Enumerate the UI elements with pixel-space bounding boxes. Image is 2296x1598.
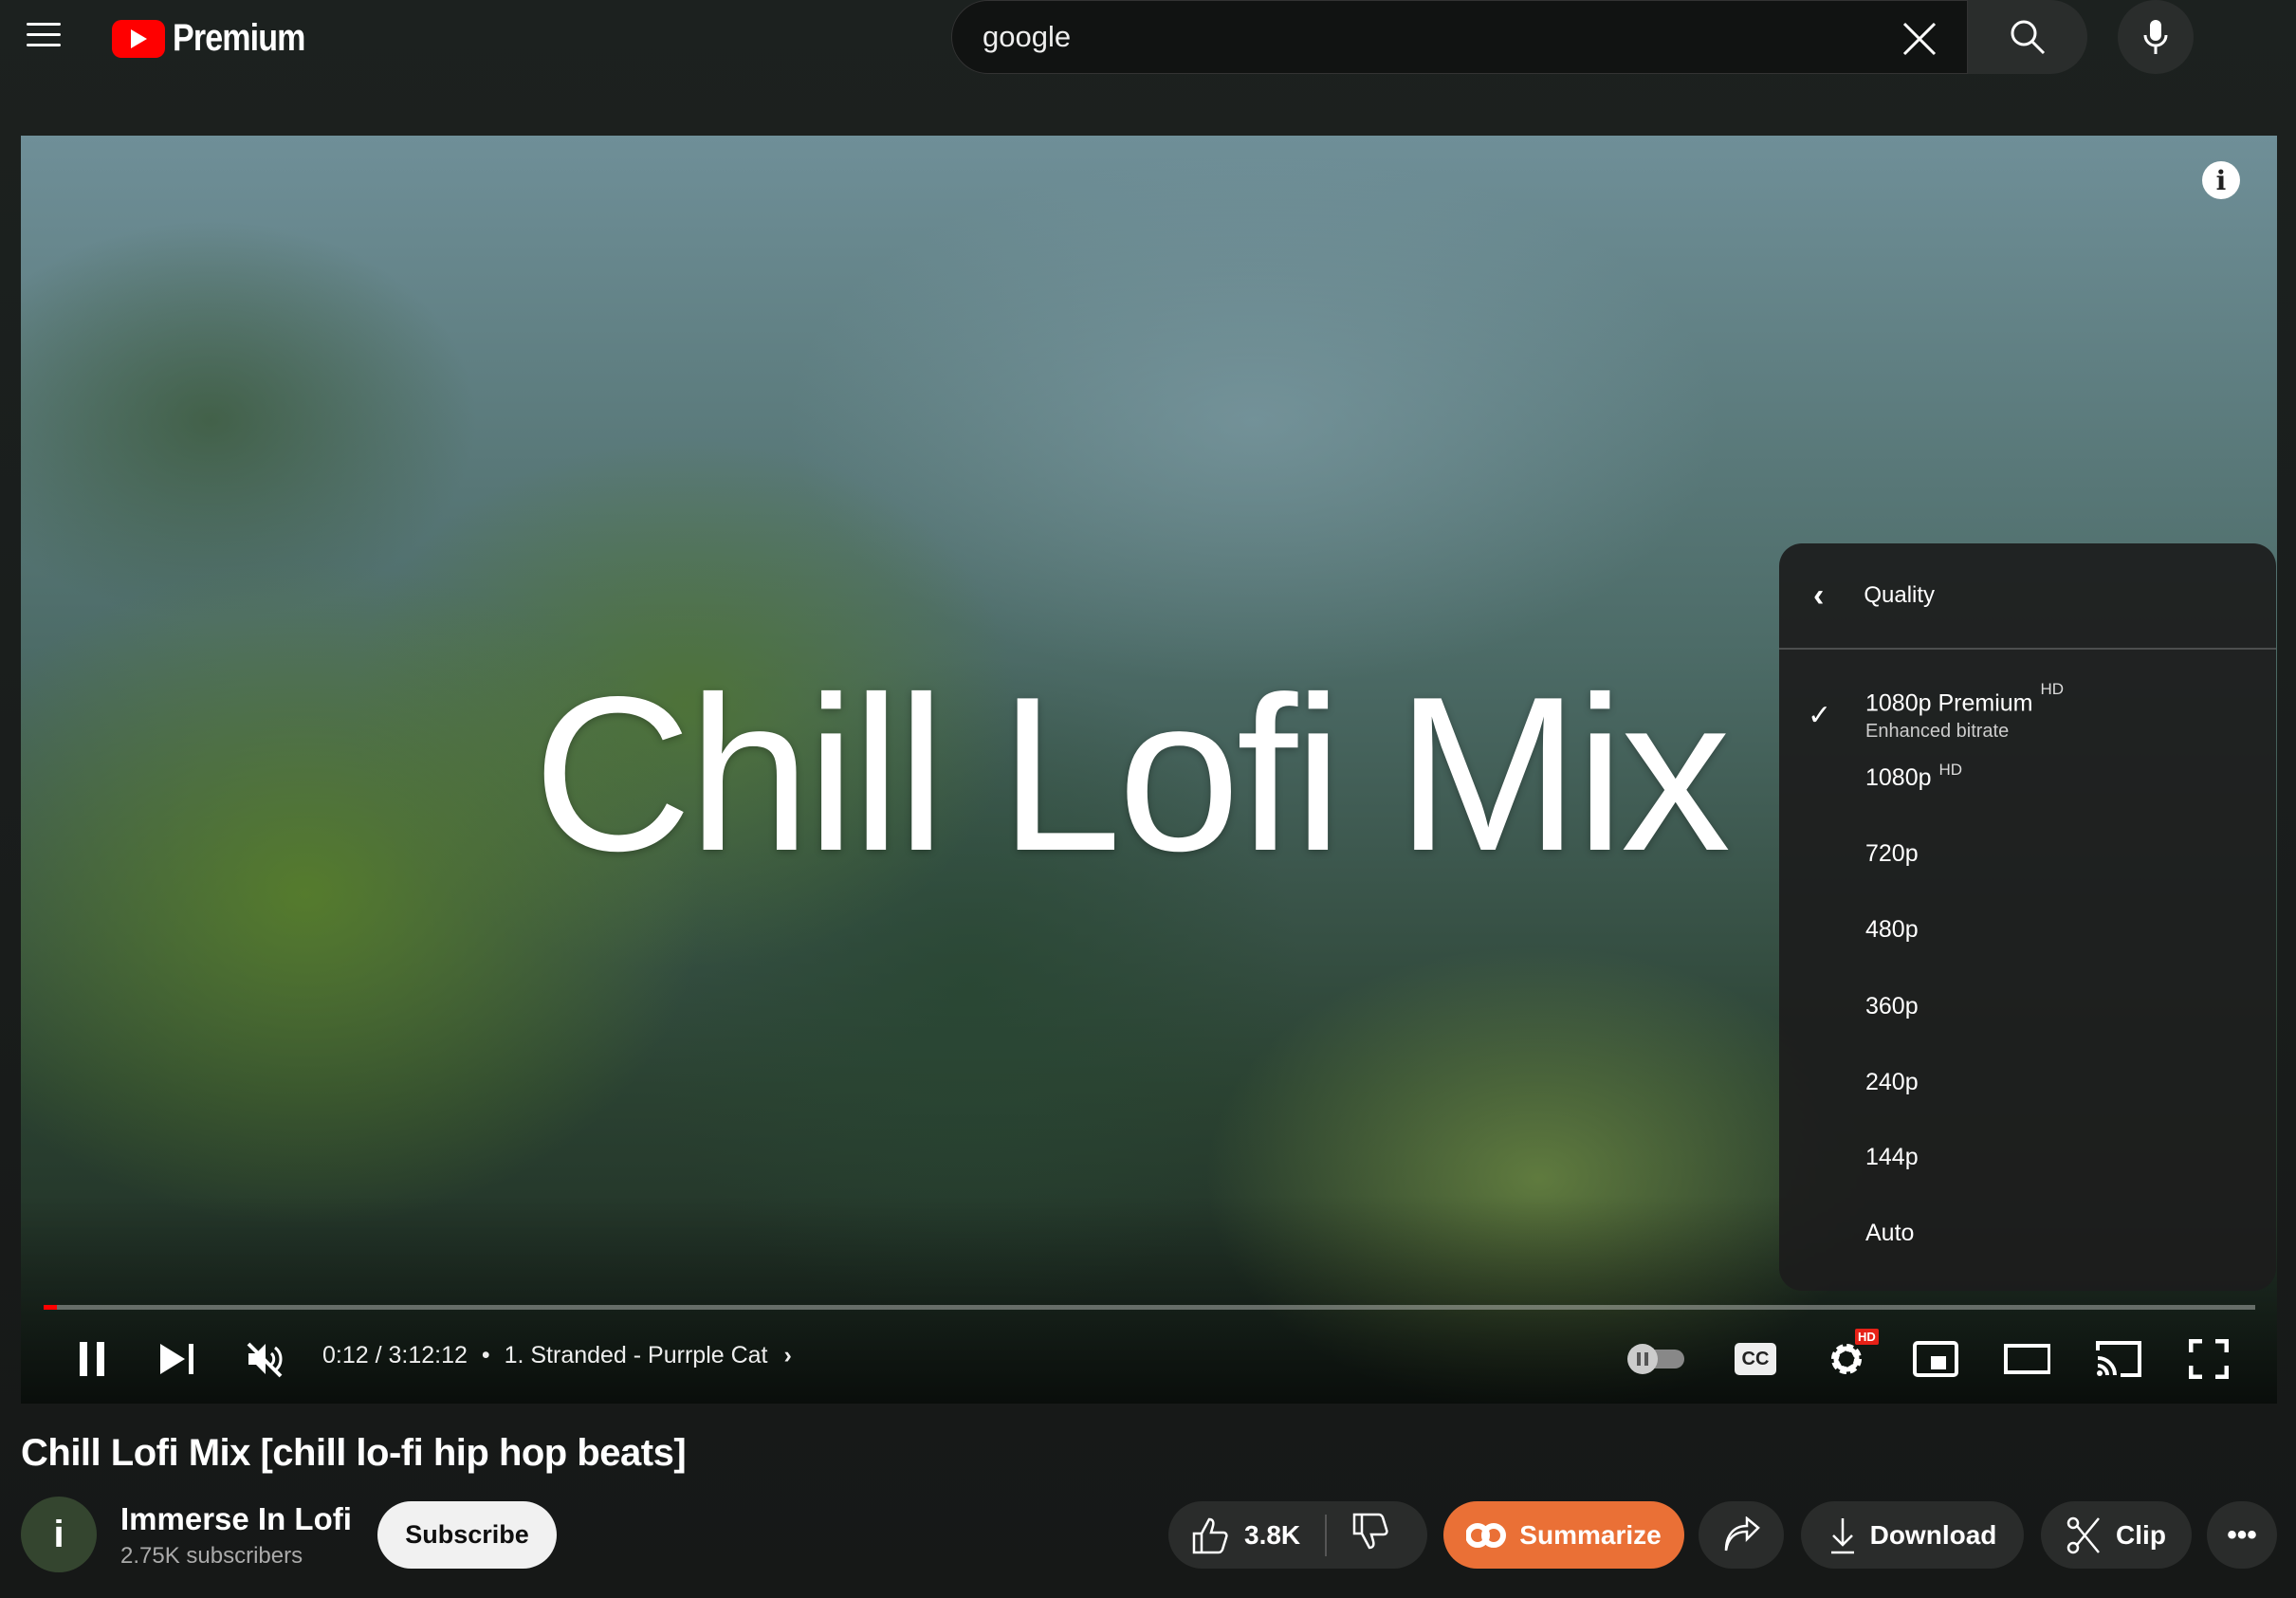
hd-badge: HD [1855,1329,1879,1345]
gear-icon [1831,1344,1862,1374]
quality-label: 480p [1865,915,1919,943]
quality-option-144p[interactable]: 144p [1779,1119,2276,1195]
quality-option-720p[interactable]: 720p [1779,816,2276,891]
theater-mode-button[interactable] [2003,1332,2050,1386]
thumbs-up-icon [1192,1517,1228,1553]
download-button[interactable]: Download [1801,1501,2024,1569]
volume-muted-icon [247,1342,283,1378]
summarize-button[interactable]: Summarize [1443,1501,1684,1569]
microphone-icon [2143,20,2168,54]
share-icon [1724,1515,1760,1551]
separator: • [481,1342,490,1368]
like-count: 3.8K [1244,1519,1301,1550]
summarize-label: Summarize [1519,1519,1662,1550]
dislike-button[interactable] [1351,1513,1389,1557]
quality-option-360p[interactable]: 360p [1779,968,2276,1044]
search-icon [2011,20,2046,55]
quality-label: 1080p Premium [1865,689,2033,717]
quality-option-auto[interactable]: Auto [1779,1195,2276,1271]
autoplay-icon [1627,1344,1684,1374]
quality-menu-back[interactable]: ‹ Quality [1779,543,2276,650]
video-overlay-title: Chill Lofi Mix [533,652,1731,897]
autoplay-toggle[interactable] [1624,1332,1690,1386]
more-actions-button[interactable]: ••• [2207,1501,2277,1569]
info-icon[interactable]: i [2202,161,2240,199]
more-icon: ••• [2227,1518,2257,1551]
like-button[interactable]: 3.8K [1191,1516,1300,1554]
logo-text: Premium [173,17,305,59]
quality-label: 1080p [1865,763,1932,791]
search-input[interactable]: google [951,0,1968,74]
theater-icon [2004,1344,2050,1374]
download-icon [1830,1517,1854,1553]
time-display: 0:12 / 3:12:12 • 1. Stranded - Purrple C… [322,1342,792,1369]
download-label: Download [1869,1519,1997,1550]
pause-button[interactable] [68,1332,116,1386]
next-button[interactable] [154,1332,201,1386]
video-title: Chill Lofi Mix [chill lo-fi hip hop beat… [21,1432,687,1474]
chapter-title[interactable]: 1. Stranded - Purrple Cat [505,1342,768,1368]
cast-icon [2096,1341,2141,1377]
quality-label: Auto [1865,1219,1915,1246]
miniplayer-icon [1913,1341,1958,1377]
current-time: 0:12 / 3:12:12 [322,1342,468,1368]
like-dislike-group: 3.8K [1168,1501,1427,1569]
miniplayer-button[interactable] [1912,1332,1959,1386]
mute-button[interactable] [241,1332,288,1386]
progress-bar[interactable] [44,1305,2255,1310]
search-button[interactable] [1968,0,2087,74]
summarize-icon [1466,1522,1507,1548]
quality-option-1080p[interactable]: 1080p HD [1779,740,2276,816]
quality-option-240p[interactable]: 240p [1779,1044,2276,1120]
subscribe-button[interactable]: Subscribe [377,1501,557,1569]
divider [1325,1514,1328,1556]
clip-label: Clip [2116,1519,2166,1550]
quality-menu-title: Quality [1864,582,1936,608]
fullscreen-button[interactable] [2185,1332,2232,1386]
menu-icon[interactable] [27,15,61,54]
checkmark-icon: ✓ [1808,699,1832,731]
clip-button[interactable]: Clip [2041,1501,2192,1569]
chevron-left-icon: ‹ [1813,577,1825,614]
scissors-icon [2066,1516,2101,1553]
fullscreen-icon [2189,1339,2229,1379]
pause-icon [80,1342,104,1376]
clear-search-icon[interactable] [1902,22,1937,56]
youtube-play-icon [112,19,165,58]
channel-name[interactable]: Immerse In Lofi [120,1501,352,1537]
channel-avatar[interactable]: i [21,1497,97,1572]
quality-label: 240p [1865,1068,1919,1095]
quality-label: 720p [1865,839,1919,867]
next-icon [160,1344,193,1374]
quality-option-480p[interactable]: 480p [1779,891,2276,967]
share-button[interactable] [1699,1501,1784,1569]
hd-badge: HD [1938,761,1963,779]
video-player[interactable]: Chill Lofi Mix i ‹ Quality ✓ 1080p Premi… [21,136,2277,1404]
cast-button[interactable] [2094,1332,2141,1386]
subscriber-count: 2.75K subscribers [120,1543,303,1569]
voice-search-button[interactable] [2118,0,2194,74]
quality-label: 144p [1865,1143,1919,1170]
youtube-logo[interactable]: Premium [112,17,328,60]
quality-label: 360p [1865,992,1919,1019]
settings-button[interactable]: HD [1823,1329,1879,1386]
cc-icon: CC [1735,1343,1776,1375]
thumbs-down-icon [1352,1513,1388,1550]
hd-badge: HD [2040,679,2065,698]
search-value: google [983,20,1072,53]
captions-button[interactable]: CC [1732,1332,1779,1386]
chevron-right-icon[interactable]: › [783,1342,791,1368]
progress-fill [44,1305,57,1310]
